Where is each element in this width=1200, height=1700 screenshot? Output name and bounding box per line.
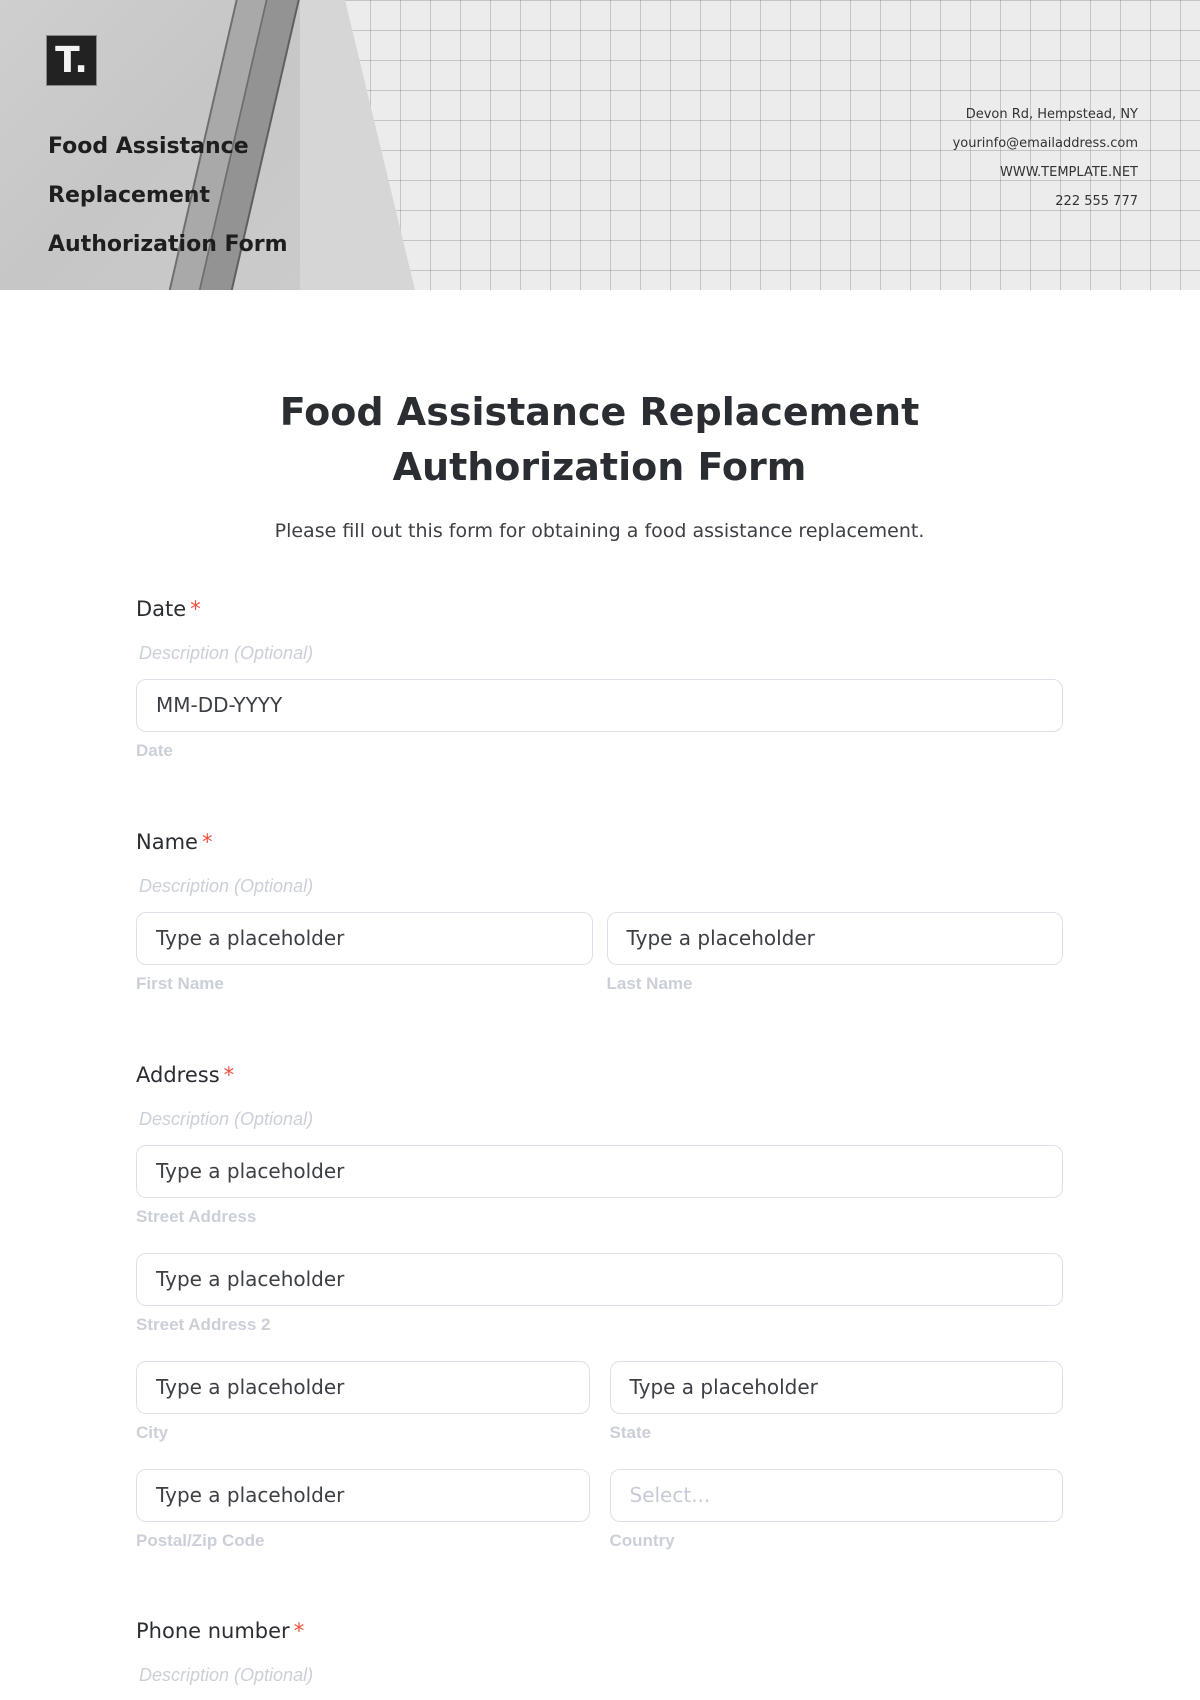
field-sublabel: Street Address	[136, 1207, 257, 1226]
field-sublabel: City	[136, 1423, 169, 1442]
required-marker: *	[190, 597, 201, 621]
field-sublabel: State	[609, 1423, 652, 1442]
zip-group: Type a placeholder Postal/Zip Code	[136, 1454, 590, 1551]
address-label: Address	[136, 1063, 220, 1087]
contact-website: WWW.TEMPLATE.NET	[999, 165, 1138, 180]
required-marker: *	[201, 830, 213, 854]
form-subtitle: Please fill out this form for obtaining …	[274, 520, 925, 542]
field-sublabel: Country	[609, 1531, 675, 1550]
field-description: Description (Optional)	[139, 643, 314, 663]
brand-title: Food Assistance Replacement Authorizatio…	[48, 122, 288, 269]
header-banner: T. Food Assistance Replacement Authoriza…	[0, 0, 1200, 290]
field-sublabel: Street Address 2	[136, 1315, 271, 1334]
zip-country-row: Type a placeholder Postal/Zip Code Selec…	[136, 1454, 1063, 1551]
name-field: Name * Description (Optional) Type a plac…	[136, 830, 1063, 994]
field-sublabel: Postal/Zip Code	[136, 1531, 265, 1550]
city-state-row: Type a placeholder City Type a placehold…	[136, 1346, 1063, 1443]
country-group: Select... Country	[609, 1454, 1063, 1551]
required-marker: *	[223, 1063, 235, 1087]
field-description: Description (Optional)	[139, 1109, 314, 1129]
form-title: Food Assistance Replacement Authorizatio…	[279, 390, 920, 489]
field-sublabel: First Name	[136, 974, 224, 993]
field-label: Date *	[136, 597, 1063, 621]
field-label: Address *	[136, 1063, 1063, 1087]
required-marker: *	[293, 1619, 305, 1643]
name-row: Type a placeholder First Name Type a pla…	[136, 897, 1063, 994]
field-label: Phone number *	[136, 1619, 1063, 1643]
state-input[interactable]: Type a placeholder	[609, 1361, 1063, 1414]
field-description: Description (Optional)	[139, 876, 314, 896]
contact-info: Devon Rd, Hempstead, NY yourinfo@emailad…	[953, 100, 1138, 216]
brand-title-line: Food Assistance	[48, 134, 249, 159]
form-header: Food Assistance Replacement Authorizatio…	[136, 385, 1063, 542]
name-label: Name	[136, 830, 198, 854]
date-input[interactable]: MM-DD-YYYY	[136, 679, 1063, 732]
last-name-input[interactable]: Type a placeholder	[606, 912, 1063, 965]
phone-label: Phone number	[136, 1619, 290, 1643]
first-name-group: Type a placeholder First Name	[136, 897, 593, 994]
country-select[interactable]: Select...	[609, 1469, 1063, 1522]
brand-title-line: Replacement	[48, 183, 210, 208]
field-sublabel: Last Name	[606, 974, 693, 993]
address-field: Address * Description (Optional) Type a p…	[136, 1063, 1063, 1551]
street-address-input[interactable]: Type a placeholder	[136, 1145, 1063, 1198]
brand-title-line: Authorization Form	[48, 232, 288, 257]
brand-logo: T.	[46, 35, 97, 86]
zip-code-input[interactable]: Type a placeholder	[136, 1469, 590, 1522]
state-group: Type a placeholder State	[609, 1346, 1063, 1443]
contact-phone: 222 555 777	[1055, 194, 1138, 209]
phone-field: Phone number * Description (Optional)	[136, 1619, 1063, 1686]
street-address-2-input[interactable]: Type a placeholder	[136, 1253, 1063, 1306]
field-description: Description (Optional)	[139, 1665, 314, 1685]
field-label: Name *	[136, 830, 1063, 854]
last-name-group: Type a placeholder Last Name	[606, 897, 1063, 994]
city-input[interactable]: Type a placeholder	[136, 1361, 590, 1414]
date-field: Date * Description (Optional) MM-DD-YYYY …	[136, 597, 1063, 761]
field-sublabel: Date	[136, 741, 173, 760]
date-label: Date	[136, 597, 187, 621]
city-group: Type a placeholder City	[136, 1346, 590, 1443]
contact-address: Devon Rd, Hempstead, NY	[965, 107, 1138, 122]
first-name-input[interactable]: Type a placeholder	[136, 912, 593, 965]
contact-email: yourinfo@emailaddress.com	[952, 136, 1138, 151]
